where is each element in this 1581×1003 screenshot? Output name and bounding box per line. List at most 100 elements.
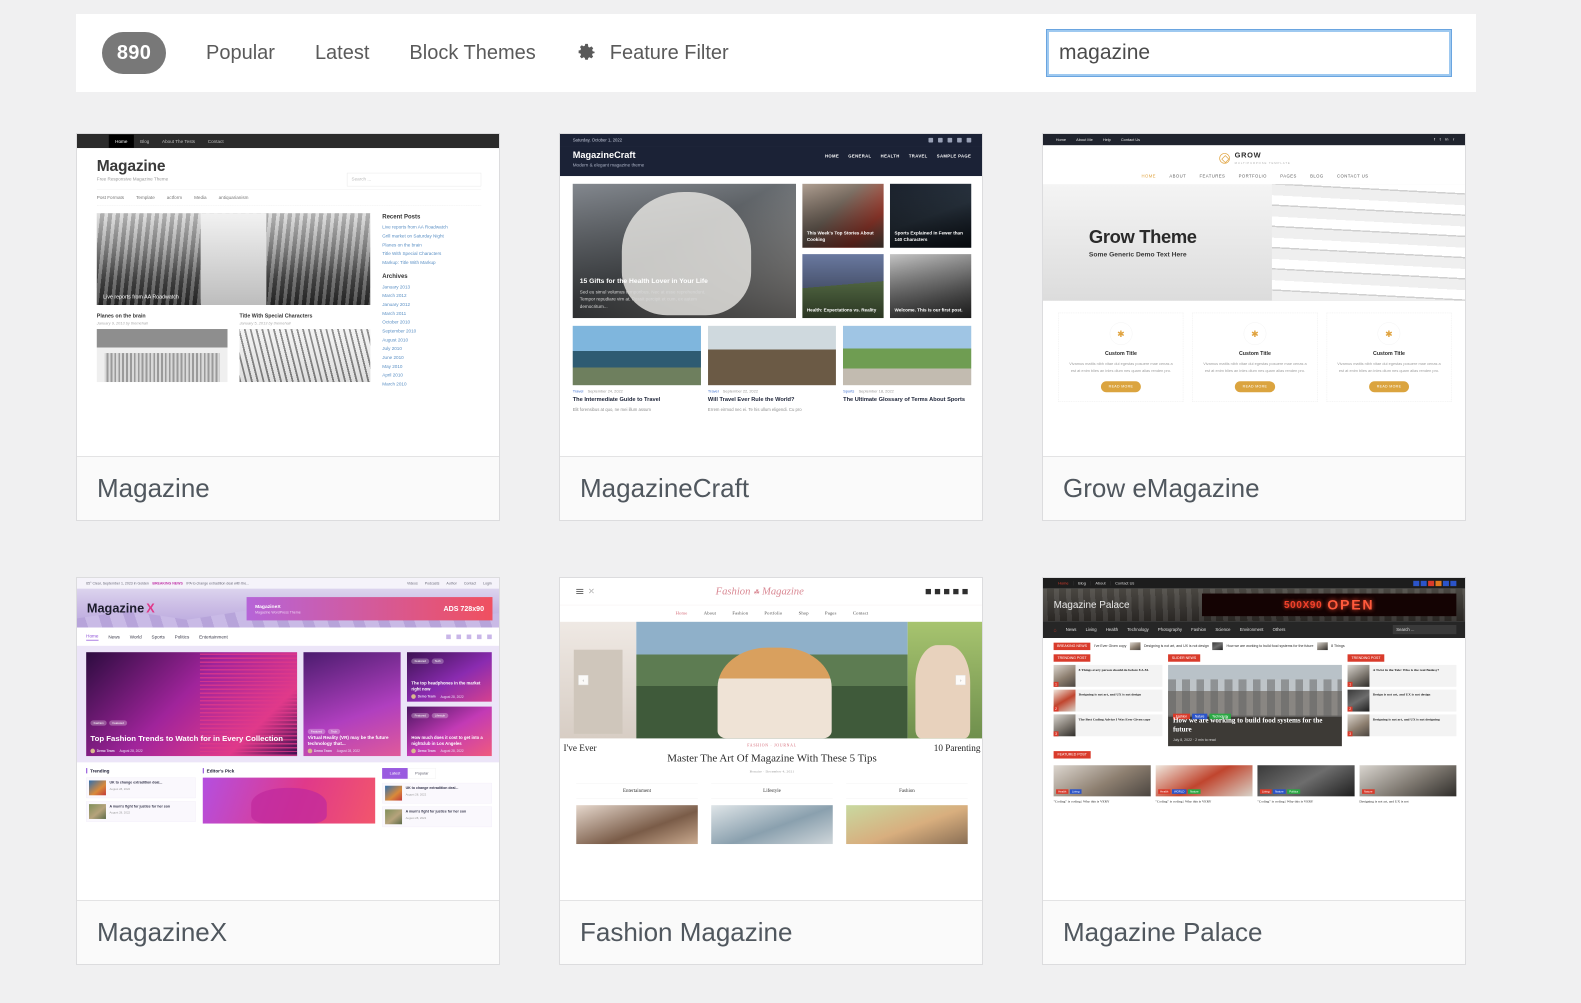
slider-prev-image (560, 621, 637, 739)
youtube-icon (934, 588, 941, 595)
post-category: FASHION · JOURNAL (747, 743, 797, 748)
tab-block-themes[interactable]: Block Themes (409, 42, 535, 65)
nav-item: Shop (798, 610, 809, 616)
breaking-news-bar: BREAKING NEWS I've Ever Given copy Desig… (1043, 638, 1465, 651)
post-title: Title With Special Characters (239, 312, 313, 319)
social-icons: f t in r (1434, 138, 1454, 142)
date: August 28, 2022 (440, 749, 464, 753)
category-title: Fashion (846, 783, 968, 799)
theme-card-magazinex[interactable]: 65° Clear, September 1, 2023 in Golden B… (76, 577, 500, 965)
feature-filter-button[interactable]: Feature Filter (576, 42, 729, 65)
preview-topbar: Saturday, October 1, 2022 (560, 134, 982, 147)
theme-card-magazinecraft[interactable]: Saturday, October 1, 2022 MagazineCraft … (559, 133, 983, 521)
nav-home: Home (108, 134, 134, 148)
ad-size-label: 500X90 (1283, 599, 1323, 611)
theme-card-fashion-magazine[interactable]: ⤫ Fashion ☘ Magazine Home About Fashion … (559, 577, 983, 965)
menu-item: Post Formats (96, 194, 125, 201)
theme-card-grow-emagazine[interactable]: Home About Me Help Contact Us f t in r GROW… (1042, 133, 1466, 521)
card-text: Vivamus mattis nibh vitae dui egestas po… (1069, 361, 1173, 374)
sidebar-link: Markup: Title With Markup (382, 259, 436, 266)
rank-badge: 3 (1347, 731, 1353, 737)
latest-popular-section: Latest Popular UK to change extradition … (382, 768, 492, 830)
post-title: "Coding" is coding | Why this is VERY (1257, 799, 1314, 804)
breaking-label: BREAKING NEWS (1053, 642, 1091, 650)
search-input[interactable] (1046, 29, 1452, 77)
thumbnail (385, 785, 403, 801)
preview-header: ⤫ Fashion ☘ Magazine (560, 578, 982, 605)
preview-secondary-menu: Post Formats Template actform Media anti… (96, 189, 482, 206)
nav-item: About (1091, 581, 1111, 586)
author: Demo Team (417, 748, 436, 753)
list-item: 1 8 Things every person should do before … (1053, 664, 1163, 687)
theme-card-magazine[interactable]: Home Blog About The Tests Contact Magazi… (76, 133, 500, 521)
tab-popular[interactable]: Popular (206, 42, 275, 65)
hero-post: Fashion Featured Top Fashion Trends to Wa… (86, 652, 298, 757)
theme-name: Magazine Palace (1063, 917, 1263, 947)
post-title: Virtual Reality (VR) may be the future t… (307, 734, 389, 747)
tile-title: Sports Explained in Fewer than 140 Chara… (894, 230, 963, 243)
theme-name: MagazineX (97, 917, 228, 947)
ad-word: OPEN (1327, 596, 1375, 613)
weather-text: 65° Clear, September 1, 2023 in Golden (86, 581, 149, 586)
post-title: How much does it cost to get into a nigh… (411, 735, 483, 747)
category-image (846, 805, 968, 845)
nav-item: ABOUT (1169, 173, 1187, 179)
preview-tile: Welcome. This is our first post. (889, 254, 972, 319)
logo-mark-icon (1219, 153, 1230, 164)
post-date: September 22, 2022 (722, 389, 759, 394)
thumbnail: 1 (1347, 664, 1370, 687)
nav-item: Home (86, 633, 99, 641)
post-category: Travel (707, 389, 719, 394)
twitter-icon: t (1439, 137, 1441, 142)
post-title: The Intermediate Guide to Travel (572, 396, 661, 403)
nav-item: Login (483, 581, 492, 586)
list-item: A mum's fight for justice for her son Aug… (382, 806, 492, 828)
hero-title: Grow Theme (1088, 226, 1197, 248)
preview-logo: MagazineCraft (572, 149, 636, 161)
post-title: Master The Art Of Magazine With These 5 … (667, 751, 877, 764)
linkedin-icon (938, 137, 943, 143)
nav-item: PORTFOLIO (1238, 173, 1267, 179)
post-meta: January 5, 2013 by themehall (239, 321, 291, 326)
preview-slider: ‹ › (560, 621, 982, 739)
slider-main-image (636, 621, 908, 739)
nav-item: PAGES (1280, 173, 1297, 179)
post-title: The Ultimate Glossary of Terms About Spo… (843, 396, 965, 403)
item-title: A Twist in the Tale: Who is the real Ban… (1372, 668, 1440, 672)
thumbnail: 3 (1053, 714, 1076, 737)
breaking-item: 8 Things (1331, 644, 1345, 649)
hero-caption: Live reports from AA Roadwatch (103, 294, 179, 301)
tab-latest[interactable]: Latest (315, 42, 369, 65)
theme-card-magazine-palace[interactable]: Home Blog About Contact Us Magazine Pala… (1042, 577, 1466, 965)
menu-item: actform (166, 194, 183, 201)
featured-posts-section: FEATURED POST Health Living "Coding" is c… (1043, 746, 1465, 805)
facebook-icon (1413, 580, 1420, 586)
archive-link: March 2012 (382, 292, 407, 299)
preview-post: Featured Tech The top headphones in the m… (407, 652, 492, 702)
theme-name: MagazineCraft (580, 473, 750, 503)
nav-item: HEALTH (880, 153, 900, 159)
item-title: Designing is not art, and UX is not desi… (1372, 717, 1440, 722)
feature-meta: July 8, 2022 · 2 min to read (1172, 738, 1216, 742)
rank-badge: 3 (1053, 731, 1059, 737)
nav-item: Contact Us (1115, 581, 1135, 586)
logo-text: Magazine (86, 600, 145, 616)
feature-card: ✱ Custom Title Vivamus mattis nibh vitae… (1326, 312, 1452, 402)
thumbnail: 1 (1053, 664, 1076, 687)
social-icons (925, 588, 968, 595)
theme-browser-toolbar: 890 Popular Latest Block Themes Feature … (76, 14, 1476, 92)
nav-item: HOME (1141, 173, 1156, 179)
read-more-button: READ MORE (1368, 381, 1410, 393)
slider-news-column: SLIDER NEWS Fashion Nature Technology Ho… (1167, 654, 1342, 747)
post-title: "Coding" is coding | Why this is VERY (1053, 799, 1110, 804)
item-title: A mum's fight for justice for her son (109, 804, 171, 809)
nav-item: SAMPLE PAGE (936, 153, 972, 159)
asterisk-icon: ✱ (1377, 322, 1401, 345)
post-thumbnail: Health WORLD Nature (1155, 765, 1253, 797)
nav-item: News (108, 633, 120, 640)
preview-logo: MagazineX (87, 601, 155, 616)
featured-post: Health Living "Coding" is coding | Why th… (1053, 765, 1151, 804)
theme-screenshot-grow-emagazine: Home About Me Help Contact Us f t in r GROW… (1043, 134, 1465, 456)
nav-item: BLOG (1310, 173, 1324, 179)
preview-hero-image: Live reports from AA Roadwatch (96, 213, 371, 305)
